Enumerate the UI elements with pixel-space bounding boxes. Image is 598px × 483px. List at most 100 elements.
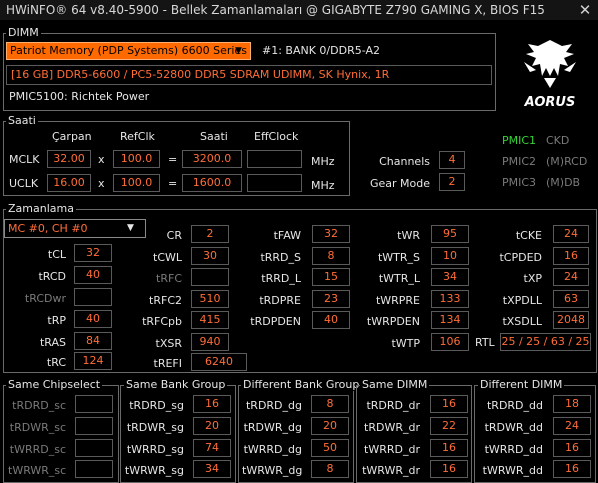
col-effclock: EffClock [254, 130, 299, 143]
gear-mode-label: Gear Mode [369, 177, 430, 190]
times-sign: x [98, 177, 105, 190]
times-sign: x [98, 153, 105, 166]
mclk-multiplier: 32.00 [47, 150, 91, 168]
uclk-effclock [247, 174, 302, 192]
twtp-value: 106 [431, 333, 469, 351]
col-refclk: RefClk [120, 130, 155, 143]
trefi-value: 6240 [191, 353, 247, 371]
trdpre-value: 23 [312, 290, 350, 308]
twrpre-value: 133 [431, 290, 469, 308]
trdrd-dg-label: tRDRD_dg [245, 399, 302, 412]
window-title: HWiNFO® 64 v8.40-5900 - Bellek Zamanlama… [6, 3, 545, 17]
pmic3-value: (M)DB [546, 176, 581, 189]
same-chipselect-label: Same Chipselect [6, 378, 103, 391]
twrrd-dg-label: tWRRD_dg [243, 443, 302, 456]
tcwl-value: 30 [191, 247, 229, 265]
twrrd-dr-value: 16 [430, 439, 468, 457]
trp-label: tRP [47, 314, 66, 327]
trdwr-sg-label: tRDWR_sg [126, 421, 184, 434]
trdrd-dg-value: 8 [311, 395, 349, 413]
channels-value: 4 [439, 151, 465, 169]
txsr-value: 940 [191, 333, 229, 351]
cr-value: 2 [191, 225, 229, 243]
pmic2-value: (M)RCD [546, 155, 588, 168]
trfcpb-value: 415 [191, 311, 229, 329]
twrpre-label: tWRPRE [375, 294, 420, 307]
close-button[interactable]: ✕ [574, 0, 596, 20]
gear-mode-value: 2 [439, 173, 465, 191]
twr-value: 95 [431, 225, 469, 243]
twtp-label: tWTP [391, 337, 420, 350]
trfc-label: tRFC [156, 272, 182, 285]
twtr-l-label: tWTR_L [378, 272, 420, 285]
trdwr-sc-value [75, 417, 113, 435]
trrd-s-value: 8 [312, 247, 350, 265]
controller-select-value: MC #0, CH #0 [8, 222, 88, 235]
logo-text: AORUS [524, 95, 576, 110]
uclk-refclk: 100.0 [113, 174, 160, 192]
trrd-l-value: 15 [312, 268, 350, 286]
pmic-info: PMIC5100: Richtek Power [9, 90, 150, 103]
txsdll-value: 2048 [553, 311, 589, 329]
twrpden-label: tWRPDEN [366, 315, 420, 328]
twrrd-dd-value: 16 [553, 439, 591, 457]
trdwr-sg-value: 20 [193, 417, 231, 435]
controller-select[interactable]: MC #0, CH #0 ▼ [4, 219, 146, 238]
tras-value: 84 [74, 332, 112, 350]
trdwr-dr-value: 22 [430, 417, 468, 435]
tcke-value: 24 [553, 225, 589, 243]
trfcpb-label: tRFCpb [142, 315, 182, 328]
trfc2-value: 510 [191, 290, 229, 308]
col-multiplier: Çarpan [52, 130, 92, 143]
cr-label: CR [166, 229, 182, 242]
twrrd-dd-label: tWRRD_dd [484, 443, 543, 456]
trcd-value: 40 [74, 266, 112, 284]
twrwr-dg-value: 8 [311, 460, 349, 478]
dimm-group-label: DIMM [6, 26, 41, 39]
rtl-value: 25 / 25 / 63 / 25 [500, 333, 591, 351]
module-description: [16 GB] DDR5-6600 / PC5-52800 DDR5 SDRAM… [6, 65, 492, 85]
module-select[interactable]: Patriot Memory (PDP Systems) 6600 Series… [6, 42, 251, 60]
tcpded-label: tCPDED [499, 251, 542, 264]
twrwr-sc-label: tWRWR_sc [8, 464, 67, 477]
twrwr-dd-label: tWRWR_dd [482, 464, 543, 477]
twrrd-dg-value: 50 [311, 439, 349, 457]
trefi-label: tREFI [153, 357, 182, 370]
trdrd-sg-value: 16 [193, 395, 231, 413]
twrrd-sg-value: 74 [193, 439, 231, 457]
txpdll-label: tXPDLL [502, 294, 542, 307]
trdwr-dg-label: tRDWR_dg [243, 421, 302, 434]
twr-label: tWR [397, 229, 420, 242]
twrrd-dr-label: tWRRD_dr [364, 443, 420, 456]
tfaw-value: 32 [312, 225, 350, 243]
uclk-unit: MHz [311, 179, 335, 192]
different-dimm-label: Different DIMM [478, 378, 565, 391]
twrwr-sg-label: tWRWR_sg [124, 464, 184, 477]
bank-label: #1: BANK 0/DDR5-A2 [262, 44, 380, 57]
trp-value: 40 [74, 310, 112, 328]
trdpden-label: tRDPDEN [250, 315, 301, 328]
txsdll-label: tXSDLL [502, 315, 542, 328]
pmic1-value: CKD [546, 134, 570, 147]
twrrd-sg-label: tWRRD_sg [126, 443, 184, 456]
tcke-label: tCKE [515, 229, 542, 242]
trdwr-dg-value: 20 [311, 417, 349, 435]
twtr-s-value: 10 [431, 247, 469, 265]
different-bank-group-label: Different Bank Group [241, 378, 362, 391]
twrrd-sc-value [75, 439, 113, 457]
trdpden-value: 40 [312, 311, 350, 329]
module-select-value: Patriot Memory (PDP Systems) 6600 Series [10, 44, 247, 57]
pmic1-name: PMIC1 [502, 134, 537, 147]
tras-label: tRAS [39, 336, 66, 349]
trfc2-label: tRFC2 [149, 294, 182, 307]
trdrd-dd-label: tRDRD_dd [486, 399, 543, 412]
twrwr-dd-value: 16 [553, 460, 591, 478]
trdrd-dd-value: 18 [553, 395, 591, 413]
mclk-effclock [247, 150, 302, 168]
pmic3-name: PMIC3 [502, 176, 537, 189]
twtr-s-label: tWTR_S [377, 251, 420, 264]
trdwr-dr-label: tRDWR_dr [364, 421, 420, 434]
trdwr-dd-value: 24 [553, 417, 591, 435]
trdwr-sc-label: tRDWR_sc [9, 421, 66, 434]
equals-sign: = [168, 153, 178, 166]
